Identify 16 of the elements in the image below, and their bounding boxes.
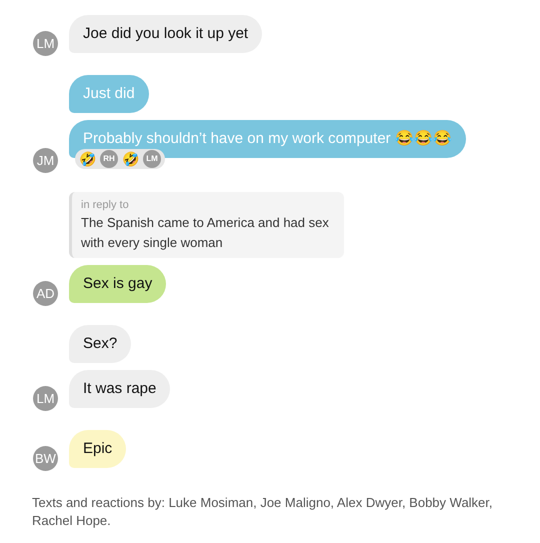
avatar: JM [33,148,58,173]
message-bubble: It was rape [69,370,170,408]
message-bubble: Sex is gay [69,265,166,303]
reaction-avatar: RH [100,150,118,168]
avatar: AD [33,281,58,306]
avatar: BW [33,446,58,471]
reply-text: The Spanish came to America and had sex with every single woman [81,214,330,252]
message-bubble: Joe did you look it up yet [69,15,262,53]
reply-label: in reply to [81,198,130,213]
credits-text: Texts and reactions by: Luke Mosiman, Joe Maligno, Alex Dwyer, Bobby Walker, Rachel Hope. [32,494,494,530]
message-bubble: Epic [69,430,126,468]
avatar: LM [33,31,58,56]
message-bubble: Just did [69,75,149,113]
message-bubble: Sex? [69,325,132,363]
reaction-avatar: LM [143,150,161,168]
avatar: LM [33,386,58,411]
